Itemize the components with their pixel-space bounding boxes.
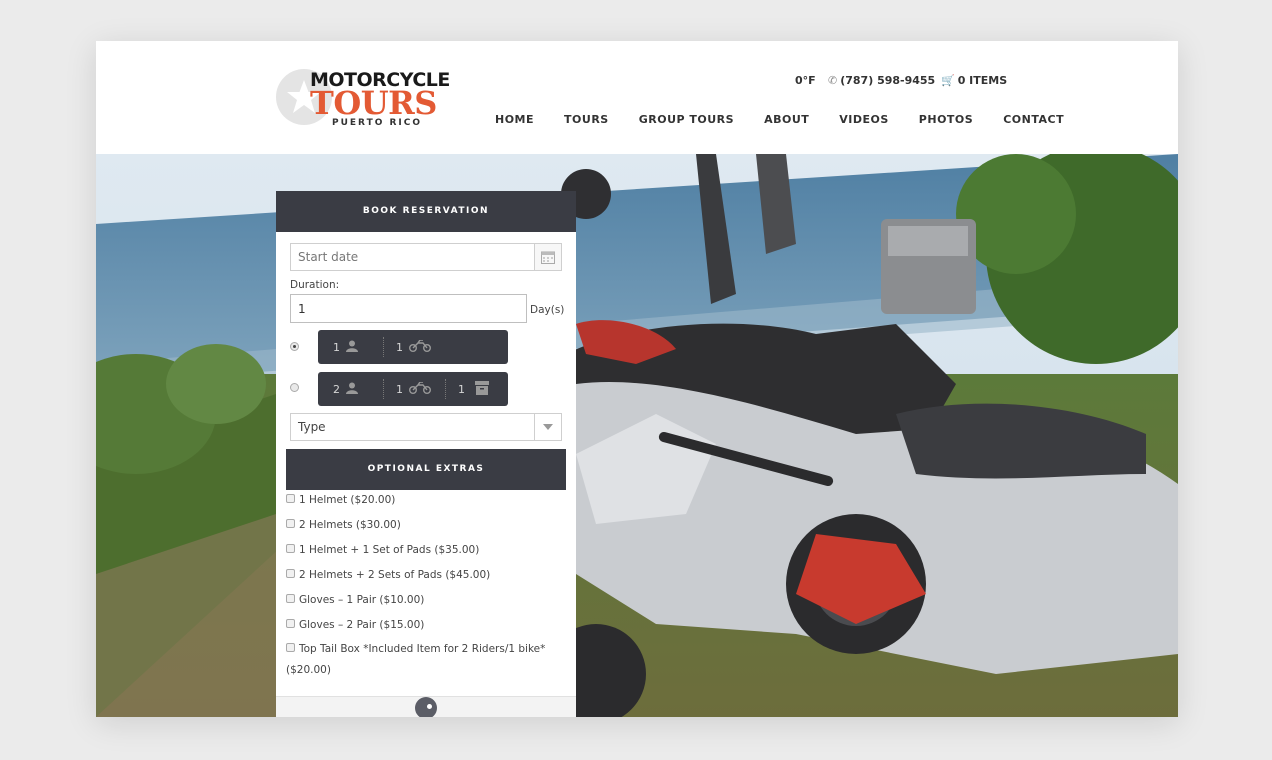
nav-tours[interactable]: TOURS (564, 113, 609, 126)
type-select[interactable]: Type (290, 413, 535, 441)
phone-icon: ✆ (828, 74, 838, 87)
duration-label: Duration: (290, 279, 340, 291)
motorcycle-icon (409, 380, 431, 397)
nav-videos[interactable]: VIDEOS (839, 113, 889, 126)
rider-icon (346, 340, 358, 355)
extra-checkbox[interactable] (286, 643, 295, 652)
cart-icon: 🛒 (941, 74, 955, 87)
logo-text-tours: TOURS (310, 84, 437, 122)
start-date-input[interactable]: Start date (290, 243, 535, 271)
extra-item[interactable]: 1 Helmet + 1 Set of Pads ($35.00) (286, 540, 566, 561)
site-logo[interactable]: MOTORCYCLE TOURS PUERTO RICO (276, 67, 450, 131)
weather-temperature: 0°F (795, 74, 816, 87)
extra-checkbox[interactable] (286, 594, 295, 603)
booking-title: BOOK RESERVATION (276, 191, 576, 232)
nav-home[interactable]: HOME (495, 113, 534, 126)
extra-label: Gloves – 2 Pair ($15.00) (299, 619, 425, 631)
bikes-count: 1 (396, 382, 403, 396)
extra-label: 2 Helmets + 2 Sets of Pads ($45.00) (299, 569, 491, 581)
nav-group-tours[interactable]: GROUP TOURS (639, 113, 734, 126)
rider-icon (346, 382, 358, 397)
widget-footer (276, 696, 576, 717)
option-radio-2[interactable] (290, 383, 299, 392)
riders-count: 2 (333, 382, 340, 396)
extra-label: Top Tail Box *Included Item for 2 Riders… (286, 643, 546, 676)
riders-count: 1 (333, 340, 340, 354)
nav-photos[interactable]: PHOTOS (919, 113, 973, 126)
extra-label: 2 Helmets ($30.00) (299, 519, 401, 531)
extra-label: Gloves – 1 Pair ($10.00) (299, 594, 425, 606)
extra-item[interactable]: 1 Helmet ($20.00) (286, 490, 566, 511)
nav-contact[interactable]: CONTACT (1003, 113, 1064, 126)
extra-item[interactable]: Gloves – 2 Pair ($15.00) (286, 615, 566, 636)
extra-checkbox[interactable] (286, 544, 295, 553)
bikes-count: 1 (396, 340, 403, 354)
nav-about[interactable]: ABOUT (764, 113, 809, 126)
option-radio-1[interactable] (290, 342, 299, 351)
duration-input[interactable]: 1 (290, 294, 527, 323)
scroll-toggle-button[interactable] (415, 697, 437, 717)
extra-label: 1 Helmet ($20.00) (299, 494, 396, 506)
extra-checkbox[interactable] (286, 619, 295, 628)
boxes-count: 1 (458, 382, 465, 396)
logo-text-puerto-rico: PUERTO RICO (332, 118, 423, 128)
chevron-down-icon[interactable] (534, 413, 562, 441)
hero-motorcycle-photo (96, 154, 1178, 717)
site-header: MOTORCYCLE TOURS PUERTO RICO 0°F ✆ (787) … (96, 41, 1178, 154)
extra-item[interactable]: 2 Helmets + 2 Sets of Pads ($45.00) (286, 565, 566, 586)
extra-label: 1 Helmet + 1 Set of Pads ($35.00) (299, 544, 480, 556)
package-option-1[interactable]: 1 1 (318, 330, 508, 364)
duration-unit: Day(s) (530, 304, 565, 316)
phone-number: (787) 598-9455 (840, 74, 936, 87)
cart-count: 0 ITEMS (957, 74, 1008, 87)
phone-contact[interactable]: ✆ (787) 598-9455 (828, 74, 935, 87)
cart-link[interactable]: 🛒 0 ITEMS (941, 74, 1007, 87)
extra-item[interactable]: 2 Helmets ($30.00) (286, 515, 566, 536)
extra-item[interactable]: Top Tail Box *Included Item for 2 Riders… (286, 639, 566, 681)
browser-page: MOTORCYCLE TOURS PUERTO RICO 0°F ✆ (787) … (96, 41, 1178, 717)
extra-checkbox[interactable] (286, 494, 295, 503)
extra-checkbox[interactable] (286, 569, 295, 578)
main-nav: HOME TOURS GROUP TOURS ABOUT VIDEOS PHOT… (495, 113, 1064, 126)
tail-box-icon (475, 380, 489, 398)
motorcycle-icon (409, 338, 431, 355)
extra-checkbox[interactable] (286, 519, 295, 528)
package-option-2[interactable]: 2 1 1 (318, 372, 508, 406)
extra-item[interactable]: Gloves – 1 Pair ($10.00) (286, 590, 566, 611)
calendar-icon[interactable] (534, 243, 562, 271)
booking-widget: BOOK RESERVATION Start date Duration: 1 … (276, 191, 576, 717)
optional-extras-title: OPTIONAL EXTRAS (286, 449, 566, 490)
